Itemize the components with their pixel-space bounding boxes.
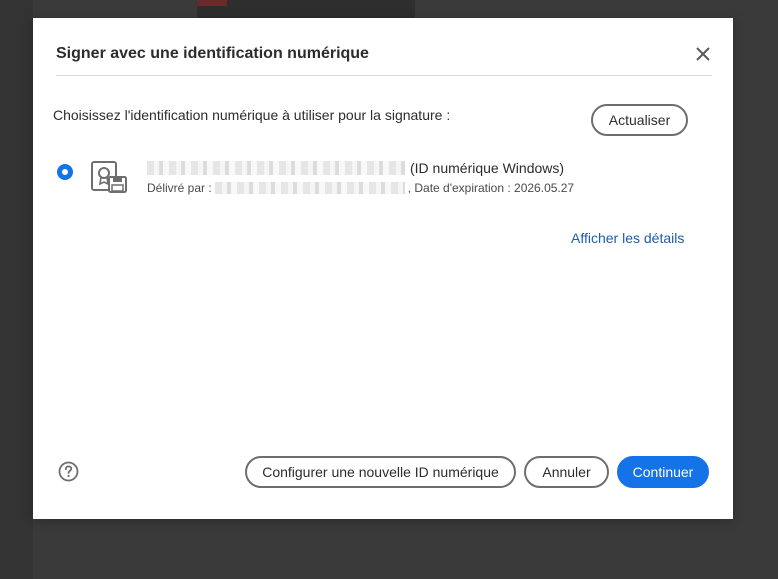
digital-id-radio[interactable] xyxy=(57,164,73,180)
dialog-title: Signer avec une identification numérique xyxy=(56,45,369,62)
title-divider xyxy=(56,75,712,76)
radio-selected-dot xyxy=(62,169,68,175)
cancel-button[interactable]: Annuler xyxy=(524,456,609,488)
redacted-id-name xyxy=(147,161,405,175)
digital-id-name-line: (ID numérique Windows) xyxy=(147,160,564,176)
issued-by-label: Délivré par : xyxy=(147,181,212,195)
document-page-behind xyxy=(197,0,415,18)
sign-with-digital-id-dialog: Signer avec une identification numérique… xyxy=(33,18,733,519)
refresh-button[interactable]: Actualiser xyxy=(591,104,688,136)
digital-id-issuer-line: Délivré par : , Date d'expiration : 2026… xyxy=(147,181,574,195)
certificate-icon xyxy=(90,159,130,195)
close-icon xyxy=(696,47,710,61)
help-icon xyxy=(58,461,79,482)
document-page-edge xyxy=(197,0,227,6)
redacted-issuer xyxy=(214,182,405,194)
app-side-panel xyxy=(0,0,33,579)
close-button[interactable] xyxy=(693,44,713,64)
expiration-date: , Date d'expiration : 2026.05.27 xyxy=(407,181,575,195)
app-backdrop-bottom xyxy=(33,519,778,579)
digital-id-type: (ID numérique Windows) xyxy=(410,160,565,176)
show-details-link[interactable]: Afficher les détails xyxy=(571,230,684,246)
configure-new-id-button[interactable]: Configurer une nouvelle ID numérique xyxy=(245,456,516,488)
choose-id-prompt: Choisissez l'identification numérique à … xyxy=(53,107,451,123)
continue-button[interactable]: Continuer xyxy=(617,456,709,488)
help-button[interactable] xyxy=(58,461,79,482)
